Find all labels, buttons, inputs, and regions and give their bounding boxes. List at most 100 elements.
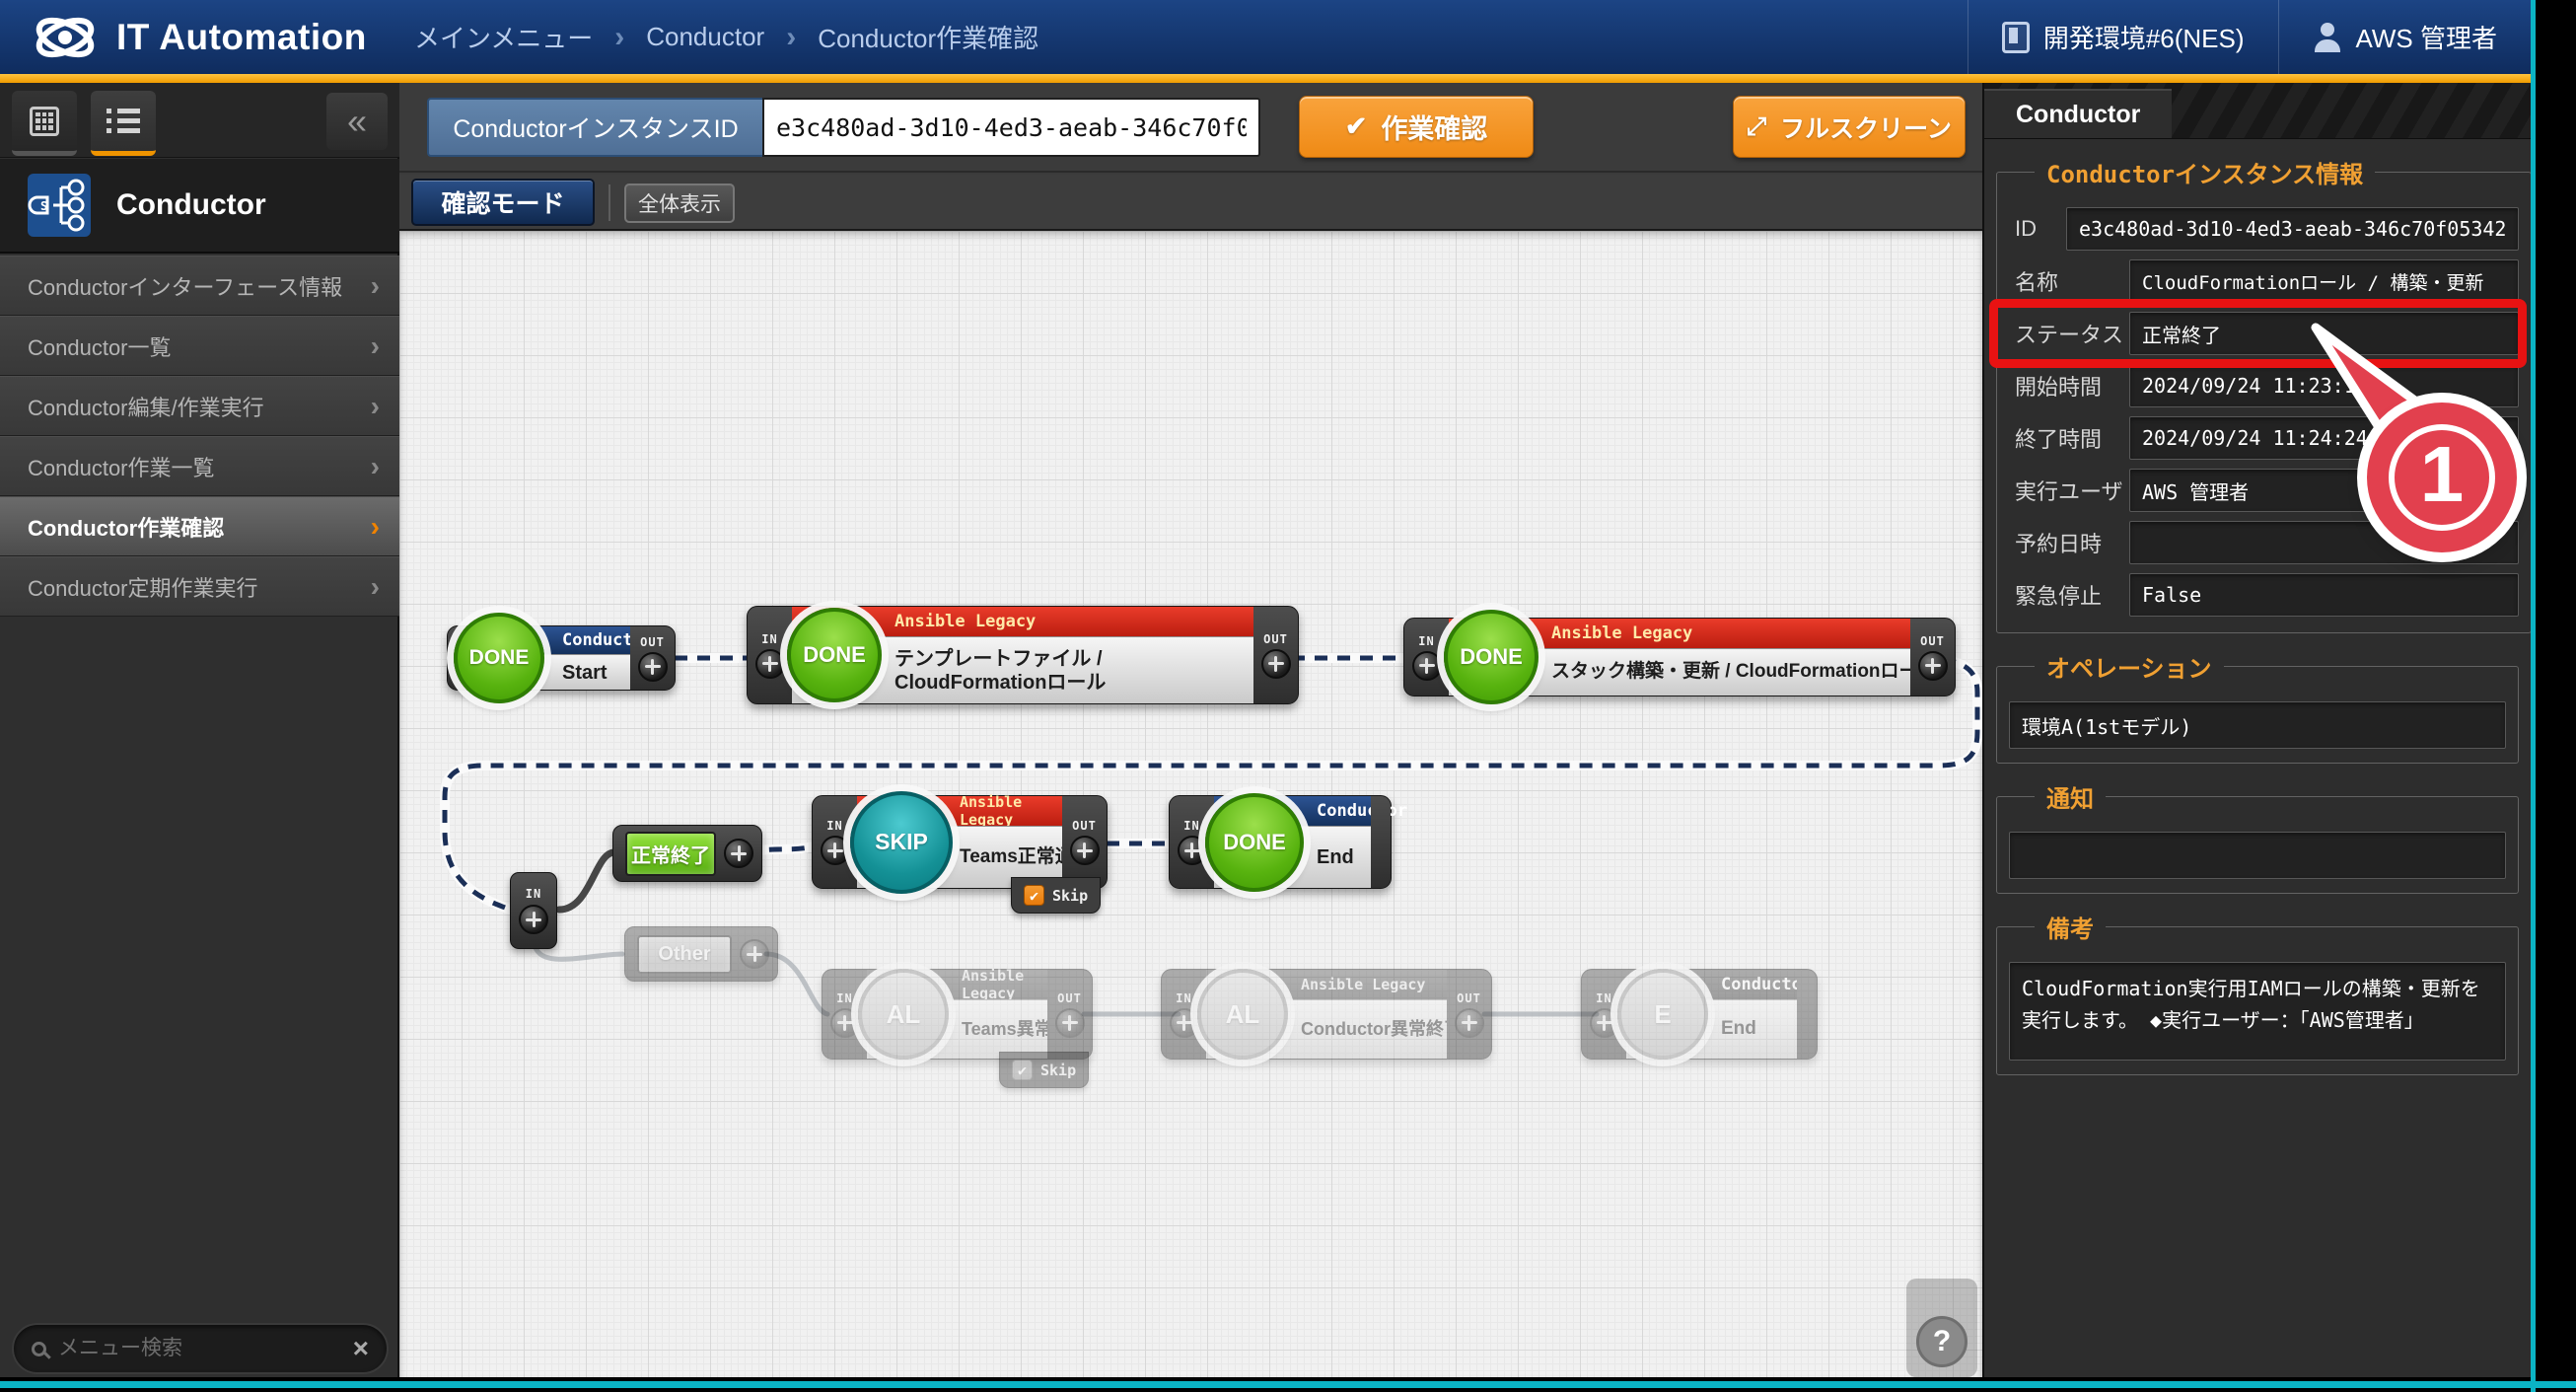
status-badge: DONE <box>787 608 882 702</box>
notification-section: 通知 <box>1996 779 2519 894</box>
fit-view-button[interactable]: 全体表示 <box>624 183 735 223</box>
sidebar-item-conductor-edit[interactable]: Conductor編集/作業実行 › <box>0 376 399 436</box>
connector-icon <box>1590 1008 1619 1038</box>
info-panel-tabs: Conductor <box>1984 83 2531 139</box>
toolbar-divider <box>608 184 610 221</box>
condition-label: Other <box>637 935 732 974</box>
condition-label: 正常終了 <box>625 832 716 876</box>
section-title: Conductorインスタンス情報 <box>2035 155 2375 189</box>
out-port: OUT <box>1447 970 1491 1059</box>
header-accent-bar <box>0 74 2531 83</box>
clear-search-icon[interactable]: × <box>353 1335 369 1362</box>
status-badge: DONE <box>1205 793 1304 892</box>
chevron-right-icon: › <box>371 451 380 482</box>
node-end-success[interactable]: IN Conductor End DONE <box>1169 795 1392 889</box>
field-value-id: e3c480ad-3d10-4ed3-aeab-346c70f05342 <box>2066 207 2519 251</box>
tab-menu-grid[interactable] <box>12 91 77 156</box>
fullscreen-button[interactable]: ⤢ フルスクリーン <box>1733 96 1966 158</box>
node-stack-build[interactable]: IN Ansible Legacy スタック構築・更新 / CloudForma… <box>1403 618 1956 696</box>
instance-id-input[interactable] <box>762 98 1260 157</box>
question-mark-icon: ? <box>1933 1325 1951 1358</box>
condition-other-node: Other <box>624 926 778 982</box>
user-label: AWS 管理者 <box>2356 19 2497 55</box>
node-teams-success-notify[interactable]: IN Ansible Legacy Teams正常通知 OUT SKIP <box>812 795 1108 889</box>
breadcrumb-main-menu[interactable]: メインメニュー <box>414 19 593 55</box>
status-badge: DONE <box>454 613 544 703</box>
field-row-status: ステータス 正常終了 <box>2009 312 2519 355</box>
field-row-start-time: 開始時間 2024/09/24 11:23:12 <box>2009 364 2519 407</box>
sidebar-item-conductor-interface[interactable]: Conductorインターフェース情報 › <box>0 256 399 316</box>
sidebar-title-label: Conductor <box>116 188 266 222</box>
out-port: OUT <box>1253 607 1298 703</box>
menu-search-input[interactable] <box>58 1337 341 1360</box>
node-template-file[interactable]: IN Ansible Legacy テンプレートファイル / CloudForm… <box>747 606 1299 704</box>
sidebar-collapse-button[interactable]: « <box>326 93 388 150</box>
operation-value: 環境A(1stモデル) <box>2009 701 2506 749</box>
connector-icon <box>1170 1008 1199 1038</box>
branch-in-junction[interactable]: IN <box>510 872 557 949</box>
sidebar-item-conductor-periodic[interactable]: Conductor定期作業実行 › <box>0 556 399 617</box>
status-badge: SKIP <box>850 791 953 894</box>
checkbox-checked-icon: ✔ <box>1024 885 1044 906</box>
tab-menu-list[interactable] <box>91 91 156 156</box>
connector-icon <box>821 836 850 865</box>
work-confirm-button[interactable]: ✔ 作業確認 <box>1299 96 1534 158</box>
out-port: OUT <box>1062 796 1107 888</box>
fullscreen-icon: ⤢ <box>1747 112 1766 141</box>
confirm-mode-button[interactable]: 確認モード <box>411 179 595 226</box>
connector-icon <box>1412 651 1442 681</box>
node-start[interactable]: Conductor Start OUT DONE <box>447 625 676 691</box>
skip-flag[interactable]: ✔ Skip <box>1011 877 1101 914</box>
node-edge <box>1371 796 1391 888</box>
chevron-right-icon: › <box>371 391 380 422</box>
workspace-icon <box>2002 22 2030 53</box>
window-border-bottom <box>0 1381 2576 1388</box>
field-value-schedule <box>2129 521 2519 564</box>
sidebar-item-conductor-work-confirm[interactable]: Conductor作業確認 › <box>0 496 399 556</box>
header-right: 開発環境#6(NES) AWS 管理者 <box>1968 0 2531 74</box>
connector-icon <box>1070 836 1100 865</box>
field-value-start-time: 2024/09/24 11:23:12 <box>2129 364 2519 407</box>
field-row-end-time: 終了時間 2024/09/24 11:24:24 <box>2009 416 2519 460</box>
field-value-emergency-stop: False <box>2129 573 2519 617</box>
out-port: OUT <box>1047 970 1092 1059</box>
breadcrumb-conductor[interactable]: Conductor <box>646 22 764 52</box>
conductor-icon: S <box>28 174 91 237</box>
connector-icon <box>830 1008 860 1038</box>
connector-icon <box>1261 649 1291 679</box>
page: IT Automation メインメニュー › Conductor › Cond… <box>0 0 2576 1392</box>
in-port: IN <box>1404 619 1449 696</box>
chevron-right-icon: › <box>786 21 796 54</box>
svg-text:S: S <box>40 199 47 213</box>
field-row-name: 名称 CloudFormationロール / 構築・更新 <box>2009 259 2519 303</box>
sidebar-item-conductor-list[interactable]: Conductor一覧 › <box>0 316 399 376</box>
logo-icon <box>30 11 101 64</box>
connector-icon <box>755 649 785 679</box>
app-logo[interactable]: IT Automation <box>0 11 414 64</box>
user-icon <box>2313 23 2342 52</box>
mode-toolbar: 確認モード 全体表示 <box>399 175 1982 231</box>
instance-id-label: ConductorインスタンスID <box>427 98 762 157</box>
breadcrumb: メインメニュー › Conductor › Conductor作業確認 <box>414 19 1038 55</box>
condition-success-node[interactable]: 正常終了 <box>612 825 762 882</box>
help-button[interactable]: ? <box>1916 1316 1968 1367</box>
tab-conductor[interactable]: Conductor <box>1984 89 2172 138</box>
remarks-section: 備考 CloudFormation実行用IAMロールの構築・更新を実行します。 … <box>1996 910 2519 1075</box>
app-title: IT Automation <box>116 17 367 58</box>
sidebar-menu: Conductorインターフェース情報 › Conductor一覧 › Cond… <box>0 256 399 617</box>
window-gutter-right <box>2536 0 2576 1392</box>
chevron-right-icon: › <box>371 270 380 302</box>
chevron-right-icon: › <box>371 571 380 603</box>
section-title: オペレーション <box>2035 649 2224 684</box>
field-row-id: ID e3c480ad-3d10-4ed3-aeab-346c70f05342 <box>2009 207 2519 251</box>
search-icon <box>32 1342 46 1356</box>
user-menu[interactable]: AWS 管理者 <box>2278 0 2531 74</box>
workflow-canvas[interactable]: Conductor Start OUT DONE IN Ansible Lega… <box>399 231 1982 1377</box>
sidebar-panel-title: S Conductor <box>0 159 399 254</box>
node-conductor-error-end: IN Ansible Legacy Conductor異常終了 OUT AL <box>1161 969 1492 1060</box>
environment-label: 開発環境#6(NES) <box>2043 19 2245 55</box>
status-badge: AL <box>858 969 949 1060</box>
sidebar-item-conductor-work-list[interactable]: Conductor作業一覧 › <box>0 436 399 496</box>
environment-selector[interactable]: 開発環境#6(NES) <box>1968 0 2278 74</box>
field-value-name: CloudFormationロール / 構築・更新 <box>2129 259 2519 303</box>
